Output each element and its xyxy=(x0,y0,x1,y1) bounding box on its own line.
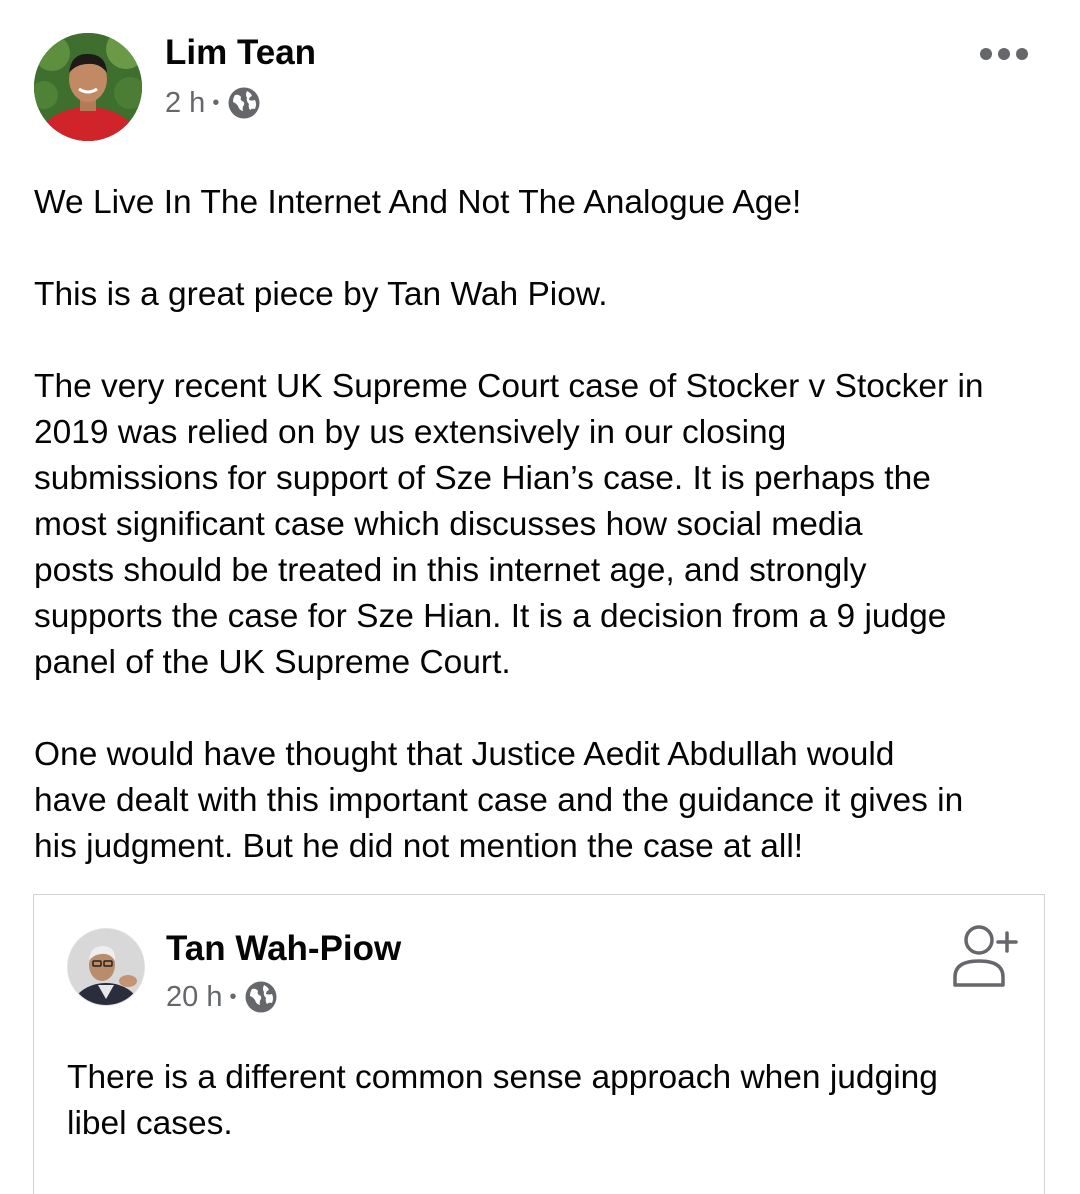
post-meta: 2 h • xyxy=(165,85,261,121)
globe-icon xyxy=(227,86,261,120)
shared-post-meta: 20 h • xyxy=(166,979,278,1015)
post-paragraph: One would have thought that Justice Aedi… xyxy=(34,736,964,865)
author-avatar-image xyxy=(34,33,142,141)
shared-post-card[interactable]: Tan Wah-Piow 20 h • There is a different… xyxy=(33,894,1045,1194)
globe-icon xyxy=(244,980,278,1014)
facebook-post: Lim Tean 2 h • We Live In The Internet A… xyxy=(0,0,1080,1194)
more-dot xyxy=(1016,48,1028,60)
more-dot xyxy=(980,48,992,60)
shared-author-avatar[interactable] xyxy=(67,928,145,1006)
post-paragraph: The very recent UK Supreme Court case of… xyxy=(34,368,984,681)
more-dot xyxy=(998,48,1010,60)
shared-author-name[interactable]: Tan Wah-Piow xyxy=(166,929,401,969)
post-timestamp[interactable]: 2 h xyxy=(165,87,205,120)
author-name[interactable]: Lim Tean xyxy=(165,33,316,73)
author-avatar[interactable] xyxy=(34,33,142,141)
meta-separator: • xyxy=(212,91,220,114)
post-paragraph: We Live In The Internet And Not The Anal… xyxy=(34,184,802,221)
more-options-icon[interactable] xyxy=(980,39,1028,69)
post-paragraph: This is a great piece by Tan Wah Piow. xyxy=(34,276,608,313)
shared-author-avatar-image xyxy=(68,929,144,1005)
add-friend-icon[interactable] xyxy=(950,923,1020,989)
shared-post-timestamp[interactable]: 20 h xyxy=(166,981,222,1014)
post-header: Lim Tean 2 h • xyxy=(34,33,1046,143)
shared-post-body: There is a different common sense approa… xyxy=(67,1059,938,1142)
post-body: We Live In The Internet And Not The Anal… xyxy=(34,180,1050,916)
meta-separator: • xyxy=(229,985,237,1008)
